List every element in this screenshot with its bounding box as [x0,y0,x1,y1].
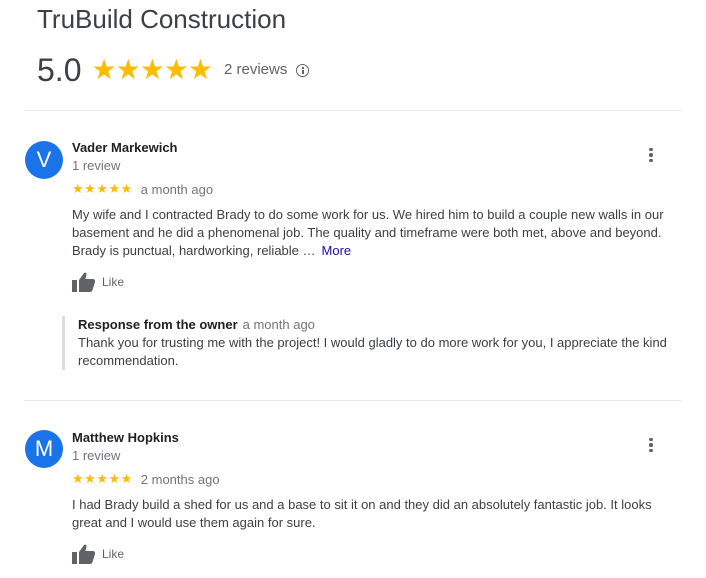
review-text: I had Brady build a shed for us and a ba… [72,497,652,530]
divider [24,110,682,111]
review-body: My wife and I contracted Brady to do som… [72,207,664,258]
owner-response-text: Thank you for trusting me with the proje… [78,335,667,368]
reviewer-review-count: 1 review [72,158,121,173]
thumbs-up-icon [72,272,96,292]
reviewer-name[interactable]: Vader Markewich [72,140,178,155]
review-rating-row: ★★★★★ 2 months ago [72,471,220,487]
reviews-page: TruBuild Construction 5.0 ★★★★★ 2 review… [0,0,706,578]
review-count[interactable]: 2 reviews [224,52,287,88]
review-text: My wife and I contracted Brady to do som… [72,206,672,260]
more-options-icon[interactable] [640,144,662,166]
review-rating-row: ★★★★★ a month ago [72,181,213,197]
info-icon[interactable] [296,63,310,77]
rating-stars: ★★★★★ [91,54,213,85]
thumbs-up-icon [72,544,96,564]
business-name: TruBuild Construction [37,4,287,34]
review-stars: ★★★★★ [72,181,133,196]
avatar[interactable]: M [25,430,63,468]
avatar[interactable]: V [25,141,63,179]
like-label: Like [102,547,125,561]
owner-response-label: Response from the owner [78,317,238,332]
owner-response: Response from the owner a month ago Thank… [62,316,674,370]
rating-summary: 5.0 ★★★★★ 2 reviews [37,52,310,88]
review-stars: ★★★★★ [72,471,133,486]
rating-score: 5.0 [37,52,82,88]
reviewer-review-count: 1 review [72,448,121,463]
more-options-icon[interactable] [640,434,662,456]
owner-response-date: a month ago [242,317,315,332]
owner-response-header: Response from the owner a month ago [78,316,674,334]
like-label: Like [102,275,125,289]
divider [24,400,682,401]
like-button[interactable]: Like [72,272,124,292]
reviewer-name[interactable]: Matthew Hopkins [72,430,179,445]
like-button[interactable]: Like [72,544,124,564]
more-link[interactable]: More [322,243,352,258]
review-date: a month ago [140,181,214,197]
review-date: 2 months ago [140,471,220,487]
